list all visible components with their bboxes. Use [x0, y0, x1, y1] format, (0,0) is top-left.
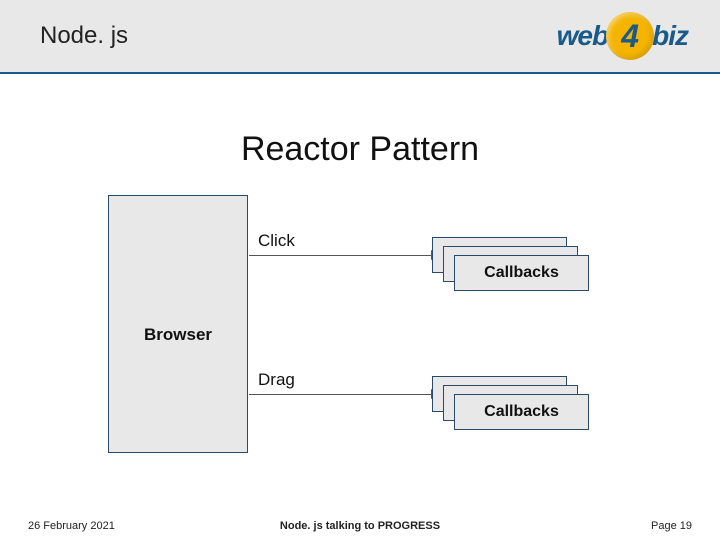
logo-text-biz: biz: [652, 20, 688, 52]
arrow-click-line: [249, 255, 431, 256]
header-bar: Node. js web 4 biz: [0, 0, 720, 72]
event-click-label: Click: [258, 231, 295, 251]
callbacks-stack-drag: Callbacks: [432, 376, 590, 430]
slide-title: Reactor Pattern: [0, 130, 720, 169]
callbacks-drag-label: Callbacks: [454, 394, 589, 430]
header-underline: [0, 72, 720, 74]
logo-text-4: 4: [621, 18, 639, 55]
browser-label: Browser: [108, 325, 248, 345]
header-title: Node. js: [40, 22, 128, 50]
arrow-drag-line: [249, 394, 431, 395]
callbacks-stack-click: Callbacks: [432, 237, 590, 291]
footer-date: 26 February 2021: [28, 520, 115, 532]
reactor-diagram: Browser Click Callbacks Drag Callbacks: [0, 195, 720, 465]
logo-web4biz: web 4 biz: [557, 12, 688, 60]
event-drag-label: Drag: [258, 370, 295, 390]
logo-circle-icon: 4: [606, 12, 654, 60]
logo-text-web: web: [557, 20, 608, 52]
browser-box: [108, 195, 248, 453]
footer: Node. js talking to PROGRESS 26 February…: [0, 512, 720, 540]
footer-page: Page 19: [651, 520, 692, 532]
callbacks-click-label: Callbacks: [454, 255, 589, 291]
